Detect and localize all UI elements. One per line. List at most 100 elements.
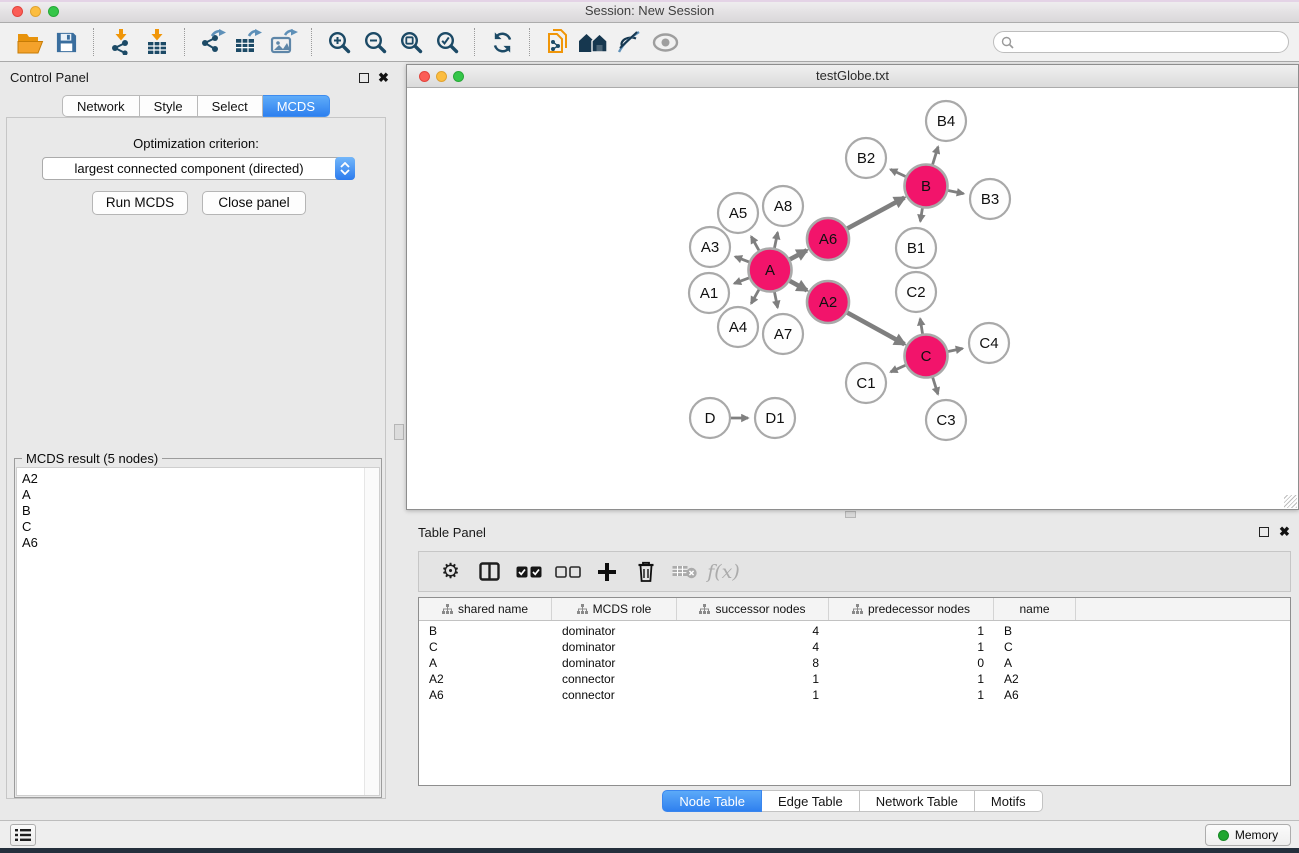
mcds-result-item[interactable]: B <box>17 503 379 519</box>
graph-edge-a-a3[interactable] <box>735 257 749 262</box>
mcds-result-item[interactable]: A6 <box>17 535 379 551</box>
tab-style[interactable]: Style <box>140 95 198 117</box>
control-panel-float-button[interactable] <box>359 73 369 83</box>
graph-edge-b-b2[interactable] <box>890 169 905 176</box>
column-header-predecessor-nodes[interactable]: predecessor nodes <box>829 598 994 620</box>
run-mcds-button[interactable]: Run MCDS <box>92 191 188 215</box>
network-close-button[interactable] <box>419 71 430 82</box>
export-table-icon[interactable] <box>230 26 266 58</box>
tab-node-table[interactable]: Node Table <box>662 790 762 812</box>
graph-edge-c-c1[interactable] <box>891 365 906 372</box>
save-session-icon[interactable] <box>48 26 84 58</box>
graph-node-a7[interactable]: A7 <box>763 314 803 354</box>
new-network-from-selection-icon[interactable] <box>539 26 575 58</box>
tab-select[interactable]: Select <box>198 95 263 117</box>
vertical-splitter-grip[interactable] <box>394 424 404 440</box>
table-row[interactable]: A6connector11A6 <box>419 687 1290 703</box>
graph-node-c2[interactable]: C2 <box>896 272 936 312</box>
export-image-icon[interactable] <box>266 26 302 58</box>
memory-button[interactable]: Memory <box>1205 824 1291 846</box>
zoom-out-icon[interactable] <box>357 26 393 58</box>
network-zoom-button[interactable] <box>453 71 464 82</box>
column-header-successor-nodes[interactable]: successor nodes <box>677 598 829 620</box>
graph-edge-b-b3[interactable] <box>948 190 963 193</box>
mcds-result-item[interactable]: A2 <box>17 468 379 487</box>
graph-node-b1[interactable]: B1 <box>896 228 936 268</box>
table-row[interactable]: Bdominator41B <box>419 623 1290 639</box>
mcds-result-item[interactable]: A <box>17 487 379 503</box>
horizontal-splitter-grip[interactable] <box>845 511 856 518</box>
tab-edge-table[interactable]: Edge Table <box>762 790 860 812</box>
export-network-icon[interactable] <box>194 26 230 58</box>
graph-edge-c-c3[interactable] <box>933 377 938 394</box>
graph-edge-b-b1[interactable] <box>920 208 922 221</box>
graph-node-b2[interactable]: B2 <box>846 138 886 178</box>
network-minimize-button[interactable] <box>436 71 447 82</box>
table-panel-close-button[interactable]: ✖ <box>1279 526 1290 538</box>
graph-edge-a-a5[interactable] <box>751 237 759 251</box>
graph-edge-c-c2[interactable] <box>920 319 922 334</box>
tab-mcds[interactable]: MCDS <box>263 95 330 117</box>
graph-edge-a-a4[interactable] <box>751 290 759 304</box>
graph-edge-a-a1[interactable] <box>734 278 749 284</box>
column-header-name[interactable]: name <box>994 598 1076 620</box>
graph-edge-a-a6[interactable] <box>790 250 807 259</box>
mcds-result-list[interactable]: A2ABCA6 <box>16 467 380 796</box>
mcds-result-item[interactable]: C <box>17 519 379 535</box>
table-row[interactable]: Adominator80A <box>419 655 1290 671</box>
show-graphics-details-icon[interactable] <box>647 26 683 58</box>
open-session-icon[interactable] <box>12 26 48 58</box>
zoom-fit-icon[interactable] <box>393 26 429 58</box>
graph-node-a6[interactable]: A6 <box>807 218 849 260</box>
graph-node-b4[interactable]: B4 <box>926 101 966 141</box>
graph-edge-a6-b[interactable] <box>847 198 904 229</box>
import-network-icon[interactable] <box>103 26 139 58</box>
graph-node-d1[interactable]: D1 <box>755 398 795 438</box>
function-builder-icon[interactable]: f(x) <box>704 552 743 591</box>
import-table-icon[interactable] <box>139 26 175 58</box>
graph-node-a2[interactable]: A2 <box>807 281 849 323</box>
graph-node-c4[interactable]: C4 <box>969 323 1009 363</box>
graph-edge-c-c4[interactable] <box>948 348 963 351</box>
zoom-in-icon[interactable] <box>321 26 357 58</box>
graph-node-c[interactable]: C <box>905 335 948 378</box>
table-panel-float-button[interactable] <box>1259 527 1269 537</box>
window-resize-grip[interactable] <box>1284 495 1297 508</box>
tab-motifs[interactable]: Motifs <box>975 790 1043 812</box>
tab-network-table[interactable]: Network Table <box>860 790 975 812</box>
optimization-criterion-dropdown[interactable]: largest connected component (directed) <box>42 157 355 180</box>
tab-network[interactable]: Network <box>62 95 140 117</box>
search-field[interactable] <box>993 31 1289 53</box>
table-settings-icon[interactable]: ⚙ <box>431 552 470 591</box>
close-panel-button[interactable]: Close panel <box>202 191 306 215</box>
graph-node-c3[interactable]: C3 <box>926 400 966 440</box>
table-row[interactable]: Cdominator41C <box>419 639 1290 655</box>
graph-node-b3[interactable]: B3 <box>970 179 1010 219</box>
show-all-networks-icon[interactable] <box>575 26 611 58</box>
table-row[interactable]: A2connector11A2 <box>419 671 1290 687</box>
graph-edge-b-b4[interactable] <box>933 147 938 165</box>
graph-edge-a2-c[interactable] <box>847 313 904 345</box>
graph-edge-a-a8[interactable] <box>774 232 777 247</box>
graph-node-a5[interactable]: A5 <box>718 193 758 233</box>
delete-column-icon[interactable] <box>626 552 665 591</box>
hide-annotations-icon[interactable] <box>611 26 647 58</box>
graph-node-a4[interactable]: A4 <box>718 307 758 347</box>
graph-node-a8[interactable]: A8 <box>763 186 803 226</box>
show-column-icon[interactable] <box>470 552 509 591</box>
graph-node-b[interactable]: B <box>905 165 948 208</box>
search-input[interactable] <box>1014 33 1288 51</box>
graph-edge-a-a7[interactable] <box>774 292 777 307</box>
select-all-icon[interactable] <box>509 552 548 591</box>
unselect-all-icon[interactable] <box>548 552 587 591</box>
network-canvas[interactable]: AA6A2BCA1A3A4A5A7A8B1B2B3B4C1C2C3C4DD1 <box>407 88 1298 509</box>
task-history-button[interactable] <box>10 824 36 846</box>
graph-node-a3[interactable]: A3 <box>690 227 730 267</box>
add-column-icon[interactable] <box>587 552 626 591</box>
graph-edge-a-a2[interactable] <box>790 281 807 291</box>
column-header-shared-name[interactable]: shared name <box>419 598 552 620</box>
zoom-selected-icon[interactable] <box>429 26 465 58</box>
graph-node-c1[interactable]: C1 <box>846 363 886 403</box>
control-panel-close-button[interactable]: ✖ <box>378 72 389 84</box>
column-header-mcds-role[interactable]: MCDS role <box>552 598 677 620</box>
